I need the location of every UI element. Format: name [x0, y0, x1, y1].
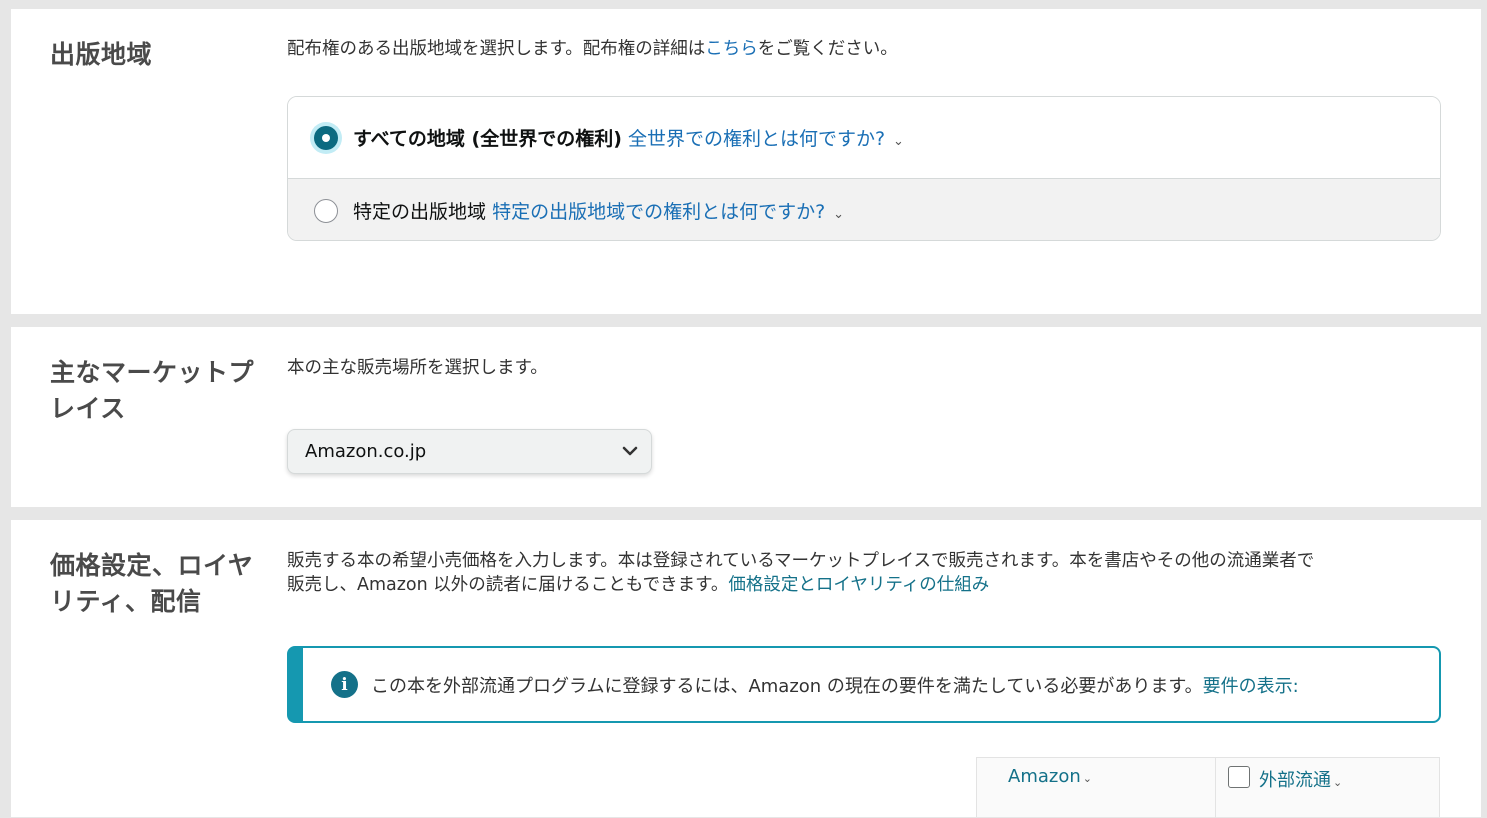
view-requirements-link[interactable]: 要件の表示: — [1203, 676, 1299, 697]
amazon-column: Amazon ⌄ — [977, 758, 1216, 818]
amazon-column-header[interactable]: Amazon ⌄ — [1008, 766, 1092, 787]
pricing-table-header: Amazon ⌄ 外部流通 ⌄ — [976, 757, 1440, 818]
territory-panel: 出版地域 配布権のある出版地域を選択します。配布権の詳細はこちらをご覧ください。… — [11, 9, 1481, 314]
worldwide-help-link[interactable]: 全世界での権利とは何ですか? — [628, 128, 885, 150]
radio-worldwide[interactable] — [314, 125, 338, 150]
chevron-down-icon[interactable]: ⌄ — [893, 134, 904, 149]
territory-radio-group: すべての地域 (全世界での権利) 全世界での権利とは何ですか? ⌄ 特定の出版地域… — [287, 96, 1441, 241]
expanded-distribution-header[interactable]: 外部流通 ⌄ — [1259, 766, 1342, 792]
radio-option-worldwide[interactable]: すべての地域 (全世界での権利) 全世界での権利とは何ですか? ⌄ — [288, 97, 1440, 179]
marketplace-panel: 主なマーケットプレイス 本の主な販売場所を選択します。 Amazon.co.jp — [11, 327, 1481, 507]
rights-details-link[interactable]: こちら — [705, 39, 758, 59]
alert-message: この本を外部流通プログラムに登録するには、Amazon の現在の要件を満たしてい… — [371, 675, 1203, 697]
marketplace-select[interactable]: Amazon.co.jp — [287, 429, 652, 474]
chevron-down-icon: ⌄ — [1082, 772, 1092, 785]
chevron-down-icon — [622, 446, 638, 456]
marketplace-description: 本の主な販売場所を選択します。 — [287, 358, 548, 378]
pricing-royalty-link[interactable]: 価格設定とロイヤリティの仕組み — [728, 575, 989, 595]
radio-specific[interactable] — [314, 198, 338, 223]
specific-help-link[interactable]: 特定の出版地域での権利とは何ですか? — [492, 201, 825, 223]
radio-specific-label: 特定の出版地域 — [353, 201, 487, 223]
chevron-down-icon: ⌄ — [1333, 776, 1343, 789]
pricing-description: 販売する本の希望小売価格を入力します。本は登録されているマーケットプレイスで販売… — [287, 551, 1315, 595]
radio-worldwide-label: すべての地域 (全世界での権利) — [353, 128, 622, 150]
expanded-distribution-column: 外部流通 ⌄ — [1216, 758, 1440, 818]
expanded-distribution-checkbox[interactable] — [1228, 766, 1250, 788]
marketplace-title: 主なマーケットプレイス — [50, 358, 255, 423]
pricing-panel: 価格設定、ロイヤリティ、配信 販売する本の希望小売価格を入力します。本は登録され… — [11, 520, 1481, 818]
pricing-title: 価格設定、ロイヤリティ、配信 — [50, 551, 254, 616]
info-icon: i — [331, 671, 358, 698]
radio-option-specific[interactable]: 特定の出版地域 特定の出版地域での権利とは何ですか? ⌄ — [288, 179, 1440, 240]
territory-title: 出版地域 — [50, 40, 153, 69]
info-alert: i この本を外部流通プログラムに登録するには、Amazon の現在の要件を満たし… — [287, 646, 1441, 723]
chevron-down-icon[interactable]: ⌄ — [833, 207, 844, 222]
territory-description: 配布権のある出版地域を選択します。配布権の詳細はこちらをご覧ください。 — [287, 39, 898, 59]
marketplace-selected-value: Amazon.co.jp — [305, 441, 427, 462]
